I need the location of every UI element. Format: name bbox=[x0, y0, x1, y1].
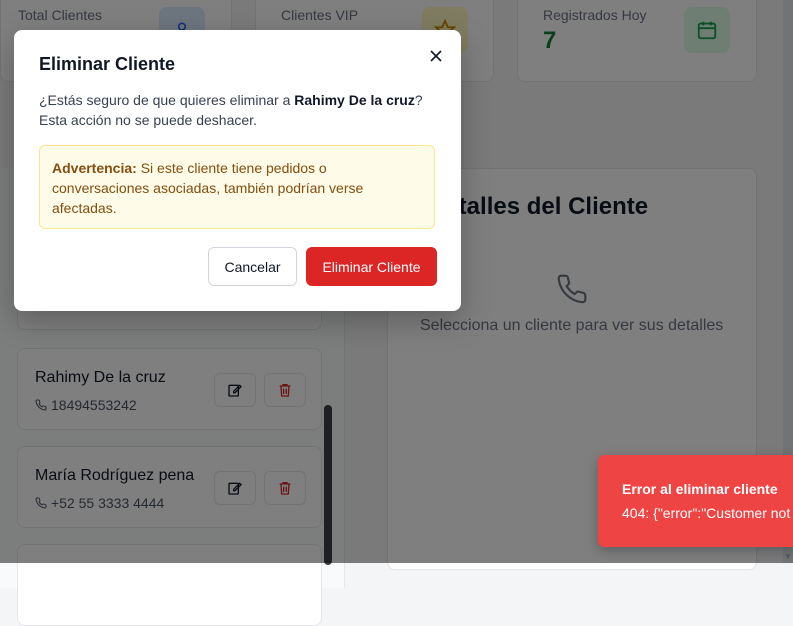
warning-box: Advertencia: Si este cliente tiene pedid… bbox=[39, 145, 435, 229]
delete-customer-dialog: Eliminar Cliente ¿Estás seguro de que qu… bbox=[14, 30, 461, 311]
cancel-button[interactable]: Cancelar bbox=[208, 247, 297, 286]
toast-title: Error al eliminar cliente bbox=[622, 481, 778, 497]
message-prefix: ¿Estás seguro de que quieres eliminar a bbox=[39, 92, 295, 108]
toast-body: 404: {"error":"Customer not bbox=[622, 505, 791, 521]
error-toast[interactable]: Error al eliminar cliente 404: {"error":… bbox=[598, 455, 793, 547]
warning-label: Advertencia: bbox=[52, 160, 137, 176]
confirm-delete-button[interactable]: Eliminar Cliente bbox=[306, 247, 437, 286]
close-icon bbox=[430, 50, 442, 62]
dialog-title: Eliminar Cliente bbox=[39, 54, 176, 74]
customer-name-strong: Rahimy De la cruz bbox=[294, 92, 415, 108]
scroll-down-icon[interactable]: ▼ bbox=[784, 552, 792, 561]
dialog-message: ¿Estás seguro de que quieres eliminar a … bbox=[39, 90, 439, 130]
close-button[interactable] bbox=[426, 46, 446, 66]
